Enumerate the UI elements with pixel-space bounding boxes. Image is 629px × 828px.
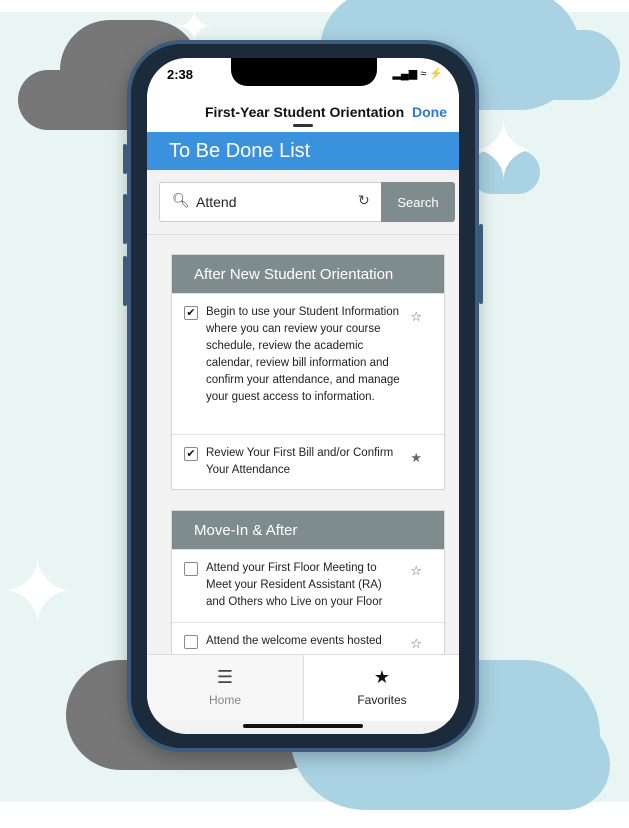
item-text: Review Your First Bill and/or Confirm Yo…: [206, 447, 394, 476]
nav-title: First-Year Student Orientation: [205, 104, 405, 120]
cloud-top-right-2: [480, 30, 620, 100]
sparkle-icon: ✦: [470, 105, 538, 198]
item-text: Attend the welcome events hosted: [206, 635, 382, 647]
tab-bar: ☰ Home ★ Favorites: [147, 654, 459, 721]
item-text: Attend your First Floor Meeting to Meet …: [206, 562, 383, 608]
section-card: Move-In & After Attend your First Floor …: [171, 510, 445, 664]
star-icon[interactable]: ★: [410, 451, 422, 466]
star-icon[interactable]: ☆: [410, 564, 422, 579]
star-icon: ★: [373, 667, 391, 688]
done-button[interactable]: Done: [412, 104, 447, 120]
search-button[interactable]: Search: [381, 182, 455, 222]
nav-bar: First-Year Student Orientation Done: [147, 92, 459, 132]
checkbox[interactable]: ✔: [184, 306, 198, 320]
tab-label-favorites: Favorites: [357, 693, 407, 707]
phone-screen: 2:38 ▂▄▆ ≈ ⚡ First-Year Student Orientat…: [147, 58, 459, 734]
tab-favorites[interactable]: ★ Favorites: [303, 655, 459, 721]
item-text: Begin to use your Student Information wh…: [206, 306, 400, 403]
phone-side-button: [123, 144, 127, 174]
checkbox[interactable]: ✔: [184, 447, 198, 461]
search-input[interactable]: [196, 192, 346, 212]
list-item: ✔ Review Your First Bill and/or Confirm …: [172, 434, 444, 489]
notch: [231, 58, 377, 86]
status-icons: ▂▄▆ ≈ ⚡: [392, 68, 443, 80]
reset-icon[interactable]: ↻: [358, 193, 370, 209]
page-title: To Be Done List: [169, 140, 311, 162]
home-indicator[interactable]: [243, 724, 363, 728]
checkbox[interactable]: [184, 635, 198, 649]
search-bar: 🔍︎ ↻ Search: [159, 182, 455, 222]
tab-home[interactable]: ☰ Home: [147, 655, 303, 721]
section-card: After New Student Orientation ✔ Begin to…: [171, 254, 445, 490]
section-header: After New Student Orientation: [172, 255, 444, 293]
phone-side-button: [123, 194, 127, 244]
status-time: 2:38: [167, 67, 194, 82]
sheet-grabber[interactable]: [293, 124, 313, 127]
tab-label-home: Home: [208, 693, 241, 707]
list-item: ✔ Begin to use your Student Information …: [172, 293, 444, 434]
phone-frame: 2:38 ▂▄▆ ≈ ⚡ First-Year Student Orientat…: [123, 40, 483, 752]
section-header: Move-In & After: [172, 511, 444, 549]
star-icon[interactable]: ☆: [410, 310, 422, 325]
sparkle-icon: ✦: [0, 540, 76, 645]
list-item: Attend your First Floor Meeting to Meet …: [172, 549, 444, 622]
search-box: 🔍︎ ↻: [159, 182, 381, 222]
search-icon: 🔍︎: [172, 193, 190, 209]
checkbox[interactable]: [184, 562, 198, 576]
phone-side-button: [123, 256, 127, 306]
list-icon: ☰: [216, 667, 234, 688]
divider: [147, 234, 459, 235]
star-icon[interactable]: ☆: [410, 637, 422, 652]
page-header: To Be Done List: [147, 132, 459, 170]
phone-side-button: [479, 224, 483, 304]
